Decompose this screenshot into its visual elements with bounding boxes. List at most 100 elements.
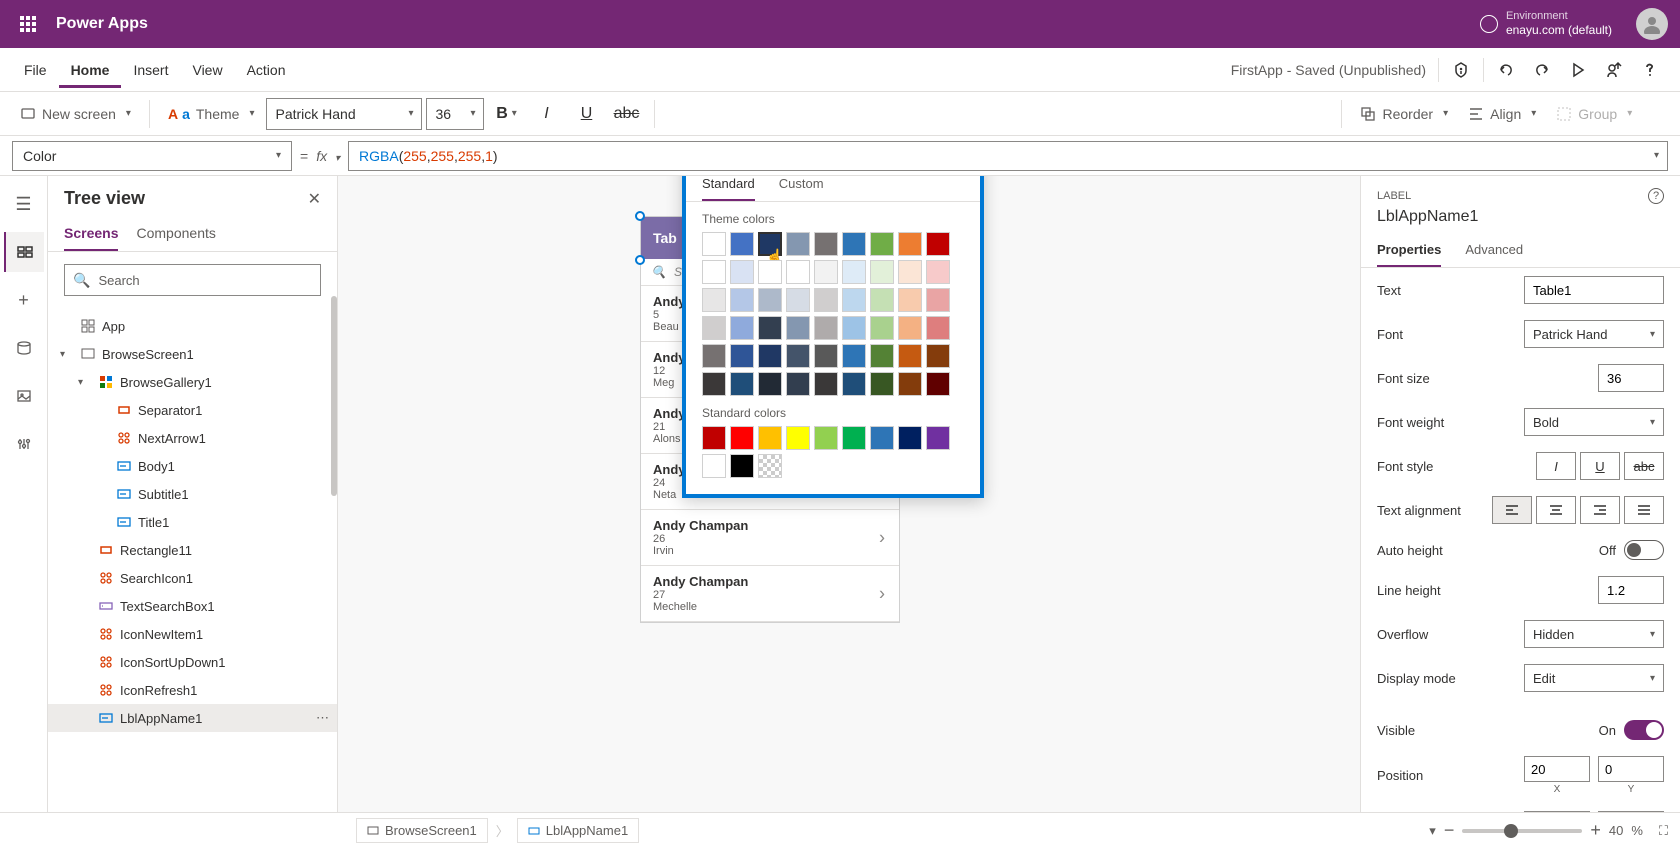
- color-swatch[interactable]: [702, 344, 726, 368]
- color-swatch[interactable]: [842, 344, 866, 368]
- position-x-input[interactable]: [1524, 756, 1590, 782]
- breadcrumb-screen[interactable]: BrowseScreen1: [356, 818, 488, 843]
- undo-icon[interactable]: [1488, 52, 1524, 88]
- color-swatch[interactable]: [898, 372, 922, 396]
- color-swatch[interactable]: [842, 372, 866, 396]
- menu-view[interactable]: View: [180, 52, 234, 88]
- tree-item[interactable]: ▾BrowseGallery1: [48, 368, 337, 396]
- italic-button[interactable]: I: [528, 96, 564, 132]
- color-swatch[interactable]: [730, 344, 754, 368]
- tree-item[interactable]: Separator1: [48, 396, 337, 424]
- color-swatch[interactable]: [758, 260, 782, 284]
- tree-item[interactable]: IconNewItem1: [48, 620, 337, 648]
- color-swatch[interactable]: [758, 454, 782, 478]
- color-swatch[interactable]: [870, 372, 894, 396]
- redo-icon[interactable]: [1524, 52, 1560, 88]
- color-swatch[interactable]: [730, 260, 754, 284]
- new-screen-button[interactable]: New screen▾: [12, 100, 139, 128]
- color-swatch[interactable]: [786, 344, 810, 368]
- breadcrumb-control[interactable]: LblAppName1: [517, 818, 639, 843]
- tree-item[interactable]: SearchIcon1: [48, 564, 337, 592]
- theme-button[interactable]: Aa Theme▾: [160, 100, 263, 128]
- tab-components[interactable]: Components: [136, 217, 215, 251]
- tree-item[interactable]: LblAppName1⋯: [48, 704, 337, 732]
- color-swatch[interactable]: [814, 344, 838, 368]
- zoom-down-icon[interactable]: ▾: [1429, 823, 1436, 839]
- prop-fontsize-input[interactable]: [1598, 364, 1664, 392]
- color-swatch[interactable]: [926, 232, 950, 256]
- prop-fontweight-select[interactable]: Bold▾: [1524, 408, 1664, 436]
- menu-home[interactable]: Home: [59, 52, 122, 88]
- chevron-right-icon[interactable]: ›: [879, 583, 885, 604]
- color-swatch[interactable]: [898, 288, 922, 312]
- color-swatch[interactable]: [842, 426, 866, 450]
- font-name-select[interactable]: Patrick Hand▾: [266, 98, 422, 130]
- gallery-item[interactable]: Andy Champan27Mechelle›: [641, 566, 899, 622]
- close-icon[interactable]: ✕: [308, 189, 321, 209]
- color-swatch[interactable]: [786, 372, 810, 396]
- color-swatch[interactable]: [786, 316, 810, 340]
- color-swatch[interactable]: [758, 426, 782, 450]
- tree-item[interactable]: TextSearchBox1: [48, 592, 337, 620]
- autoheight-toggle[interactable]: [1624, 540, 1664, 560]
- color-swatch[interactable]: [702, 426, 726, 450]
- user-avatar[interactable]: [1636, 8, 1668, 40]
- color-swatch[interactable]: [730, 454, 754, 478]
- color-swatch[interactable]: [814, 288, 838, 312]
- color-swatch[interactable]: [898, 260, 922, 284]
- align-button[interactable]: Align▾: [1460, 100, 1544, 128]
- zoom-slider[interactable]: [1462, 829, 1582, 833]
- selection-handle[interactable]: [635, 211, 645, 221]
- font-size-select[interactable]: 36▾: [426, 98, 484, 130]
- tab-screens[interactable]: Screens: [64, 217, 118, 251]
- scrollbar-thumb[interactable]: [331, 296, 337, 496]
- color-swatch[interactable]: [730, 316, 754, 340]
- color-swatch[interactable]: [786, 232, 810, 256]
- prop-displaymode-select[interactable]: Edit▾: [1524, 664, 1664, 692]
- color-swatch[interactable]: [758, 288, 782, 312]
- tab-advanced[interactable]: Advanced: [1465, 234, 1523, 267]
- color-swatch[interactable]: [814, 426, 838, 450]
- color-swatch[interactable]: [730, 232, 754, 256]
- chevron-right-icon[interactable]: ›: [879, 527, 885, 548]
- color-swatch[interactable]: [926, 372, 950, 396]
- prop-font-select[interactable]: Patrick Hand▾: [1524, 320, 1664, 348]
- reorder-button[interactable]: Reorder▾: [1352, 100, 1456, 128]
- formula-input[interactable]: RGBA(255, 255, 255, 1) ▾: [348, 141, 1668, 171]
- color-swatch[interactable]: [870, 288, 894, 312]
- align-right-button[interactable]: [1580, 496, 1620, 524]
- color-swatch[interactable]: [926, 344, 950, 368]
- menu-action[interactable]: Action: [235, 52, 298, 88]
- help-icon[interactable]: [1632, 52, 1668, 88]
- color-swatch[interactable]: [758, 344, 782, 368]
- color-swatch[interactable]: [814, 232, 838, 256]
- color-swatch[interactable]: [842, 232, 866, 256]
- visible-toggle[interactable]: [1624, 720, 1664, 740]
- color-swatch[interactable]: [702, 316, 726, 340]
- color-swatch[interactable]: [786, 288, 810, 312]
- color-swatch[interactable]: [758, 372, 782, 396]
- color-swatch[interactable]: [870, 344, 894, 368]
- color-swatch[interactable]: [730, 426, 754, 450]
- menu-insert[interactable]: Insert: [121, 52, 180, 88]
- color-swatch[interactable]: [842, 288, 866, 312]
- color-swatch[interactable]: [870, 260, 894, 284]
- tree-item[interactable]: App: [48, 312, 337, 340]
- tree-item[interactable]: Subtitle1: [48, 480, 337, 508]
- italic-toggle[interactable]: I: [1536, 452, 1576, 480]
- color-swatch[interactable]: [898, 426, 922, 450]
- tree-item[interactable]: NextArrow1: [48, 424, 337, 452]
- color-tab-standard[interactable]: Standard: [702, 176, 755, 201]
- design-canvas[interactable]: Tab 🔍 S Andy5Beau›Andy12Meg›Andy21Alons›…: [338, 176, 1360, 812]
- rail-insert-icon[interactable]: +: [4, 280, 44, 320]
- color-swatch[interactable]: [814, 372, 838, 396]
- align-justify-button[interactable]: [1624, 496, 1664, 524]
- color-swatch[interactable]: [898, 232, 922, 256]
- environment-picker[interactable]: Environment enayu.com (default): [1480, 10, 1612, 38]
- prop-overflow-select[interactable]: Hidden▾: [1524, 620, 1664, 648]
- rail-advanced-icon[interactable]: [4, 424, 44, 464]
- rail-hamburger-icon[interactable]: ☰: [4, 184, 44, 224]
- color-swatch[interactable]: [926, 316, 950, 340]
- rail-media-icon[interactable]: [4, 376, 44, 416]
- color-swatch[interactable]: [702, 454, 726, 478]
